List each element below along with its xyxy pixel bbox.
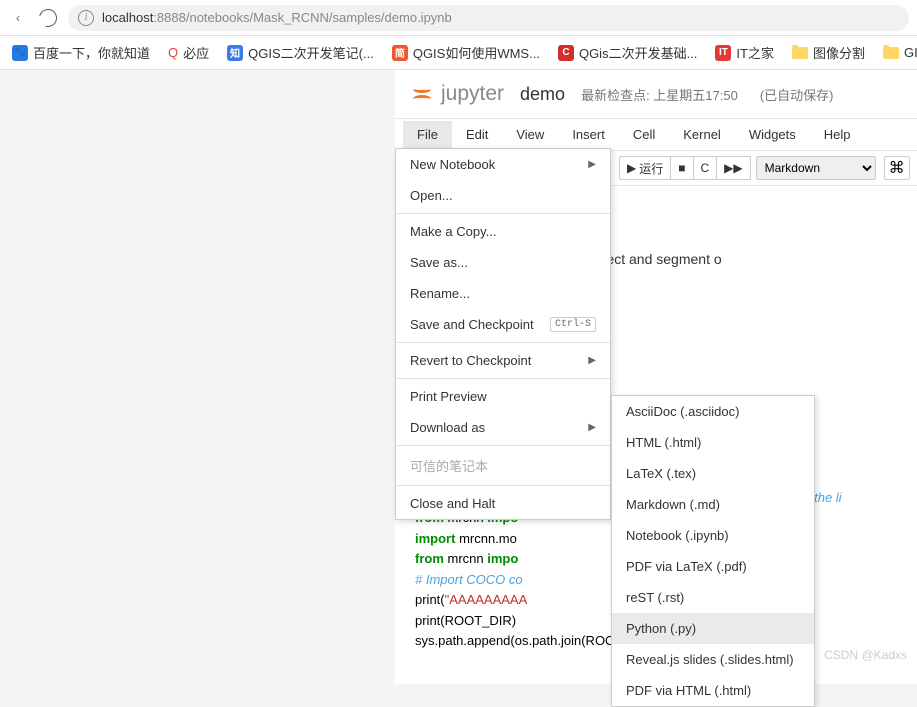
play-icon: ▶ — [627, 161, 636, 175]
download-latex[interactable]: LaTeX (.tex) — [612, 458, 814, 489]
keyboard-icon: ⌘ — [889, 158, 905, 178]
menu-cell[interactable]: Cell — [619, 121, 669, 148]
download-revealjs[interactable]: Reveal.js slides (.slides.html) — [612, 644, 814, 675]
baidu-icon: 🐾 — [12, 45, 28, 61]
download-python[interactable]: Python (.py) — [612, 613, 814, 644]
bookmark-folder-gis[interactable]: GIS — [883, 45, 917, 60]
bookmark-label: 百度一下，你就知道 — [33, 43, 150, 62]
jianshu-icon: 简 — [392, 45, 408, 61]
download-pdf-latex[interactable]: PDF via LaTeX (.pdf) — [612, 551, 814, 582]
bookmarks-bar: 🐾 百度一下，你就知道 Q 必应 知 QGIS二次开发笔记(... 简 QGIS… — [0, 36, 917, 70]
download-markdown[interactable]: Markdown (.md) — [612, 489, 814, 520]
bookmark-label: QGIS二次开发笔记(... — [248, 43, 374, 62]
csdn-icon: C — [558, 45, 574, 61]
menu-print-preview[interactable]: Print Preview — [396, 381, 610, 412]
menubar: File Edit View Insert Cell Kernel Widget… — [395, 118, 917, 150]
bookmark-qgis-wms[interactable]: 简 QGIS如何使用WMS... — [392, 43, 540, 62]
menu-save-as[interactable]: Save as... — [396, 247, 610, 278]
menu-insert[interactable]: Insert — [558, 121, 619, 148]
menu-file[interactable]: File — [403, 121, 452, 148]
checkpoint-info: 最新检查点: 上星期五17:50 — [581, 85, 738, 104]
bookmark-label: 必应 — [183, 43, 209, 62]
download-as-submenu: AsciiDoc (.asciidoc) HTML (.html) LaTeX … — [611, 395, 815, 707]
bookmark-label: GIS — [904, 45, 917, 60]
stop-icon: ■ — [678, 161, 685, 175]
back-button[interactable]: ‹ — [8, 8, 28, 28]
bookmark-baidu[interactable]: 🐾 百度一下，你就知道 — [12, 43, 150, 62]
zhihu-icon: 知 — [227, 45, 243, 61]
bookmark-folder-seg[interactable]: 图像分割 — [792, 43, 865, 62]
command-palette-button[interactable]: ⌘ — [884, 156, 910, 180]
run-button[interactable]: ▶运行 — [620, 157, 671, 179]
menu-separator — [396, 213, 610, 214]
shortcut-badge: Ctrl-S — [550, 317, 596, 332]
fast-forward-icon: ▶▶ — [724, 161, 742, 175]
jupyter-logo-text: jupyter — [441, 82, 504, 106]
notebook-name[interactable]: demo — [520, 84, 565, 105]
menu-make-copy[interactable]: Make a Copy... — [396, 216, 610, 247]
bookmark-label: QGis二次开发基础... — [579, 43, 697, 62]
bookmark-bing[interactable]: Q 必应 — [168, 43, 209, 62]
stop-button[interactable]: ■ — [671, 157, 693, 179]
menu-separator — [396, 378, 610, 379]
celltype-select[interactable]: Markdown — [756, 156, 876, 180]
menu-widgets[interactable]: Widgets — [735, 121, 810, 148]
restart-icon: C — [701, 161, 710, 175]
folder-icon — [883, 47, 899, 59]
menu-trusted: 可信的笔记本 — [396, 448, 610, 483]
download-notebook[interactable]: Notebook (.ipynb) — [612, 520, 814, 551]
menu-view[interactable]: View — [502, 121, 558, 148]
file-dropdown-menu: New Notebook▶ Open... Make a Copy... Sav… — [395, 148, 611, 520]
ithome-icon: IT — [715, 45, 731, 61]
restart-run-button[interactable]: ▶▶ — [717, 157, 749, 179]
menu-revert[interactable]: Revert to Checkpoint▶ — [396, 345, 610, 376]
search-icon: Q — [168, 45, 178, 60]
watermark: CSDN @Kadxs — [824, 648, 907, 662]
menu-separator — [396, 445, 610, 446]
menu-rename[interactable]: Rename... — [396, 278, 610, 309]
chevron-right-icon: ▶ — [588, 159, 596, 170]
url-host: localhost — [102, 10, 153, 25]
menu-download-as[interactable]: Download as▶ — [396, 412, 610, 443]
url-path: /notebooks/Mask_RCNN/samples/demo.ipynb — [186, 10, 452, 25]
download-rest[interactable]: reST (.rst) — [612, 582, 814, 613]
menu-help[interactable]: Help — [810, 121, 865, 148]
menu-kernel[interactable]: Kernel — [669, 121, 735, 148]
menu-separator — [396, 342, 610, 343]
bookmark-qgis-dev[interactable]: 知 QGIS二次开发笔记(... — [227, 43, 374, 62]
bookmark-qgis-basic[interactable]: C QGis二次开发基础... — [558, 43, 697, 62]
browser-toolbar: ‹ i localhost:8888/notebooks/Mask_RCNN/s… — [0, 0, 917, 36]
menu-edit[interactable]: Edit — [452, 121, 502, 148]
menu-separator — [396, 485, 610, 486]
refresh-icon — [36, 5, 61, 30]
chevron-right-icon: ▶ — [588, 422, 596, 433]
menu-save-checkpoint[interactable]: Save and CheckpointCtrl-S — [396, 309, 610, 340]
download-html[interactable]: HTML (.html) — [612, 427, 814, 458]
folder-icon — [792, 47, 808, 59]
jupyter-header: jupyter demo 最新检查点: 上星期五17:50 (已自动保存) — [395, 70, 917, 118]
menu-close-halt[interactable]: Close and Halt — [396, 488, 610, 519]
url-port: :8888 — [153, 10, 186, 25]
download-pdf-html[interactable]: PDF via HTML (.html) — [612, 675, 814, 706]
menu-new-notebook[interactable]: New Notebook▶ — [396, 149, 610, 180]
jupyter-logo-icon — [409, 81, 435, 107]
autosave-status: (已自动保存) — [760, 85, 834, 104]
refresh-button[interactable] — [38, 8, 58, 28]
restart-button[interactable]: C — [694, 157, 718, 179]
bookmark-label: IT之家 — [736, 43, 774, 62]
info-icon[interactable]: i — [78, 10, 94, 26]
bookmark-ithome[interactable]: IT IT之家 — [715, 43, 774, 62]
download-asciidoc[interactable]: AsciiDoc (.asciidoc) — [612, 396, 814, 427]
bookmark-label: QGIS如何使用WMS... — [413, 43, 540, 62]
menu-open[interactable]: Open... — [396, 180, 610, 211]
bookmark-label: 图像分割 — [813, 43, 865, 62]
address-bar[interactable]: i localhost:8888/notebooks/Mask_RCNN/sam… — [68, 5, 909, 31]
chevron-right-icon: ▶ — [588, 355, 596, 366]
jupyter-logo[interactable]: jupyter — [409, 81, 504, 107]
